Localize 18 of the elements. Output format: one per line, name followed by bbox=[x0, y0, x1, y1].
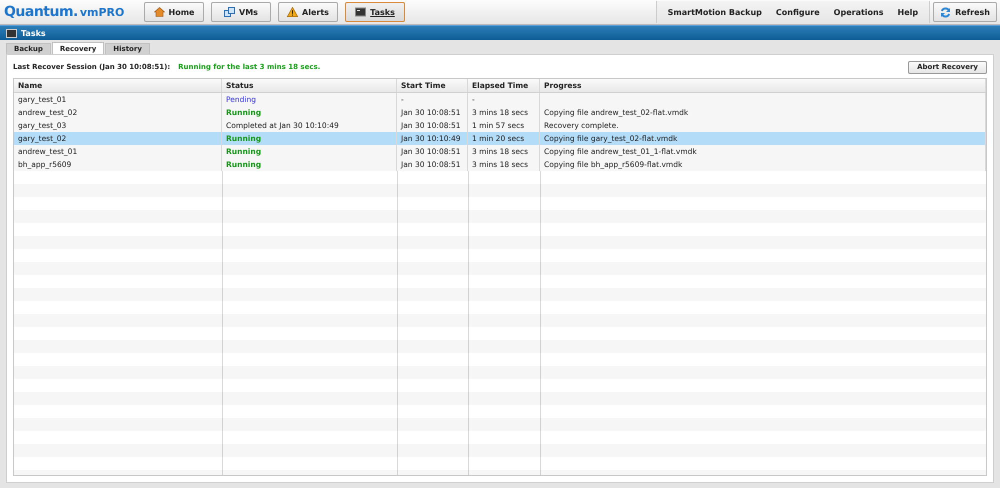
refresh-button[interactable]: Refresh bbox=[933, 2, 997, 22]
menu-item[interactable]: Configure bbox=[768, 1, 827, 23]
menu-item[interactable]: Operations bbox=[826, 1, 890, 23]
nav-button[interactable]: VMs bbox=[211, 2, 271, 22]
windows-icon bbox=[224, 7, 236, 17]
terminal-icon bbox=[355, 7, 366, 17]
menu-item[interactable]: Help bbox=[890, 1, 926, 23]
house-icon bbox=[154, 7, 165, 17]
logo-product: vmPRO bbox=[80, 6, 124, 19]
panel-title: Tasks bbox=[21, 28, 46, 38]
menu-item[interactable]: SmartMotion Backup bbox=[660, 1, 769, 23]
terminal-icon bbox=[6, 28, 17, 38]
nav-button[interactable]: Tasks bbox=[345, 2, 405, 22]
nav-button[interactable]: Alerts bbox=[278, 2, 338, 22]
warning-icon bbox=[287, 7, 298, 17]
logo-brand: Quantum. bbox=[4, 4, 78, 20]
nav-button[interactable]: Home bbox=[144, 2, 204, 22]
refresh-icon bbox=[940, 6, 952, 18]
